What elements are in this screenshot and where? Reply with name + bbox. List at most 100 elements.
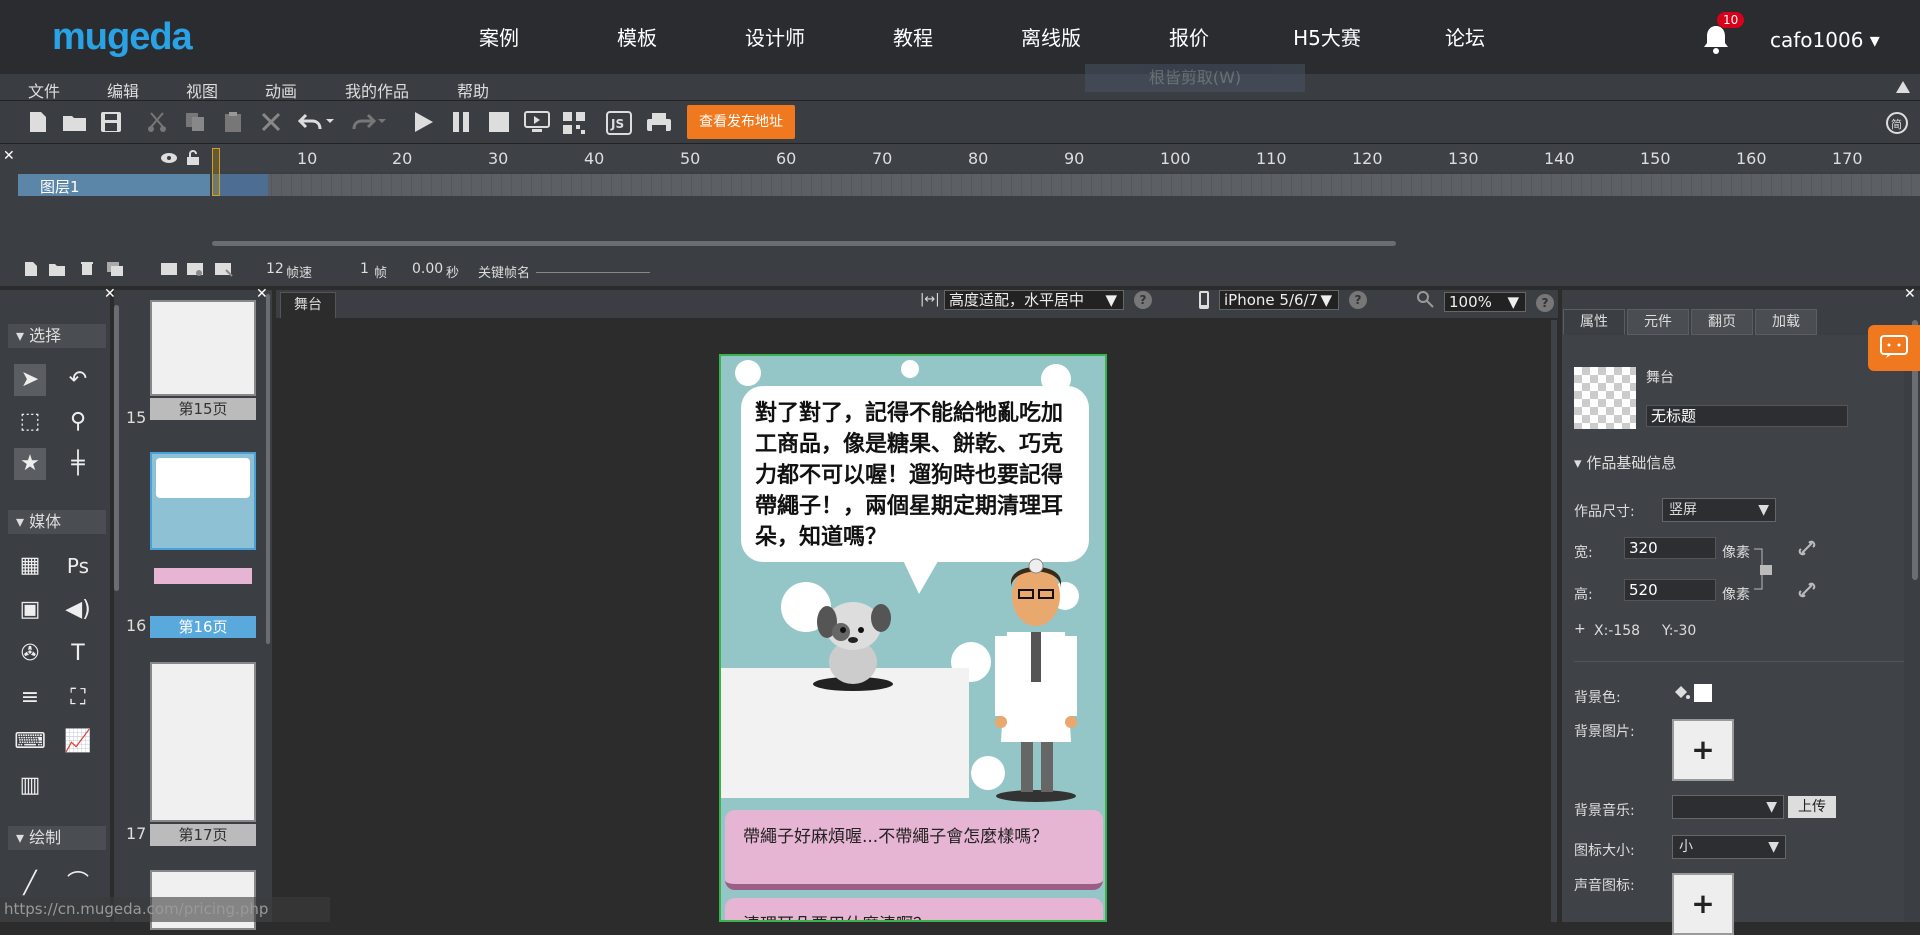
redo-icon[interactable] (350, 111, 386, 133)
save-icon[interactable] (100, 111, 122, 133)
width-input[interactable]: 320 (1624, 537, 1716, 559)
frame-selection[interactable] (212, 174, 268, 196)
tools-scrollbar[interactable] (114, 305, 119, 591)
layer-row[interactable]: 图层1 (18, 174, 210, 196)
film-icon[interactable]: ▥ (14, 770, 46, 802)
pause-icon[interactable] (450, 111, 472, 133)
bgmusic-select[interactable]: ▼ (1672, 795, 1784, 819)
layer-properties-icon[interactable] (106, 261, 124, 277)
help-icon[interactable]: ? (1349, 291, 1367, 309)
eye-icon[interactable] (160, 152, 178, 164)
fps-value[interactable]: 12 (266, 261, 284, 277)
paste-icon[interactable] (222, 111, 244, 133)
undo-icon[interactable] (298, 111, 334, 133)
nav-cases[interactable]: 案例 (430, 22, 568, 51)
upload-button[interactable]: 上传 (1788, 796, 1836, 818)
frame-track[interactable] (212, 174, 1920, 196)
insert-frame-icon[interactable] (160, 261, 178, 277)
sync-icon[interactable]: 简 (1884, 110, 1910, 136)
lasso-tool-icon[interactable]: ↶ (62, 364, 94, 396)
help-icon[interactable]: ? (1536, 294, 1554, 312)
soundicon-add-button[interactable]: + (1672, 873, 1734, 935)
stage-scrollbar[interactable] (1551, 320, 1557, 922)
mugeda-logo[interactable]: mugeda (52, 16, 193, 59)
qrcode-icon[interactable] (562, 111, 586, 135)
page-thumbnail[interactable] (150, 662, 256, 822)
curve-tool-icon[interactable]: ⌒ (62, 868, 94, 900)
preview-icon[interactable] (524, 111, 550, 133)
menu-file[interactable]: 文件 (28, 78, 60, 102)
dog-illustration[interactable] (813, 592, 903, 692)
bgimage-add-button[interactable]: + (1672, 719, 1734, 781)
code-icon[interactable]: ⌨ (14, 726, 46, 758)
transform-tool-icon[interactable]: ⬚ (14, 406, 46, 438)
nav-designers[interactable]: 设计师 (706, 22, 844, 51)
text-icon[interactable]: T (62, 638, 94, 670)
help-icon[interactable]: ? (1134, 291, 1152, 309)
photoshop-icon[interactable]: Ps (62, 550, 94, 582)
pages-scrollbar[interactable] (266, 294, 270, 644)
delete-icon[interactable] (260, 111, 282, 133)
chart-icon[interactable]: 📈 (62, 726, 94, 758)
nav-offline[interactable]: 离线版 (982, 22, 1120, 51)
playhead[interactable] (212, 148, 220, 196)
zoom-select[interactable]: 100% ▼ (1444, 292, 1526, 312)
page-label-active[interactable]: 第16页 (150, 616, 256, 638)
close-timeline-icon[interactable]: ✕ (3, 148, 15, 164)
video-icon[interactable]: ✇ (14, 638, 46, 670)
nav-forum[interactable]: 论坛 (1396, 22, 1534, 51)
doctor-illustration[interactable] (991, 552, 1081, 802)
print-icon[interactable] (646, 111, 672, 135)
section-media[interactable]: ▾ 媒体 (8, 510, 106, 534)
tab-stage[interactable]: 舞台 (280, 292, 336, 318)
choice-option-2[interactable]: 清理耳朵要用什麼清啊？ (725, 898, 1103, 920)
feedback-button[interactable] (1868, 325, 1920, 371)
new-file-icon[interactable] (28, 111, 48, 133)
paint-bucket-icon[interactable] (1672, 683, 1690, 701)
open-folder-icon[interactable] (62, 111, 88, 133)
tab-components[interactable]: 元件 (1627, 309, 1689, 335)
device-select[interactable]: iPhone 5/6/7 ▼ (1219, 290, 1339, 310)
link-icon[interactable] (1798, 581, 1816, 599)
menu-edit[interactable]: 编辑 (107, 78, 139, 102)
play-icon[interactable] (412, 111, 434, 133)
stop-icon[interactable] (488, 111, 510, 133)
copy-icon[interactable] (184, 111, 206, 133)
title-input[interactable]: 无标题 (1646, 405, 1848, 427)
image-icon[interactable]: ▣ (14, 594, 46, 626)
grid-icon[interactable]: ▦ (14, 550, 46, 582)
guide-tool-icon[interactable]: ╪ (62, 448, 94, 480)
nav-h5-contest[interactable]: H5大赛 (1258, 22, 1396, 51)
page-label[interactable]: 第17页 (150, 824, 256, 846)
section-select[interactable]: ▾ 选择 (8, 324, 106, 348)
nav-pricing[interactable]: 报价 (1120, 22, 1258, 51)
javascript-icon[interactable]: JS (606, 111, 632, 135)
tab-properties[interactable]: 属性 (1563, 309, 1625, 335)
zoom-tool-icon[interactable]: ⚲ (62, 406, 94, 438)
arrow-tool-icon[interactable]: ➤ (14, 364, 46, 396)
fit-mode-select[interactable]: 高度适配，水平居中 ▼ (944, 290, 1124, 310)
paragraph-icon[interactable]: ≡ (14, 682, 46, 714)
menu-help[interactable]: 帮助 (457, 78, 489, 102)
keyframe-name-input[interactable] (536, 272, 650, 273)
search-icon[interactable] (1416, 290, 1434, 308)
menu-my-works[interactable]: 我的作品 (345, 78, 409, 102)
menu-view[interactable]: 视图 (186, 78, 218, 102)
bell-icon[interactable] (1702, 24, 1730, 54)
height-input[interactable]: 520 (1624, 579, 1716, 601)
basic-info-section[interactable]: ▾ 作品基础信息 (1574, 452, 1676, 473)
iconsize-select[interactable]: 小 ▼ (1672, 835, 1786, 859)
page-label[interactable]: 第15页 (150, 398, 256, 420)
size-select[interactable]: 竖屏 ▼ (1662, 498, 1776, 522)
page-thumbnail[interactable] (150, 300, 256, 396)
new-layer-icon[interactable] (24, 261, 38, 277)
audio-icon[interactable]: ◀) (62, 594, 94, 626)
aspect-lock-icon[interactable] (1752, 547, 1772, 591)
insert-keyframe-icon[interactable] (186, 261, 204, 277)
cut-icon[interactable] (146, 111, 168, 133)
timeline-ruler[interactable]: 10 20 30 40 50 60 70 80 90 100 110 120 1… (212, 144, 1920, 172)
nav-templates[interactable]: 模板 (568, 22, 706, 51)
user-menu[interactable]: cafo1006 ▾ (1770, 28, 1880, 52)
new-folder-icon[interactable] (48, 261, 66, 277)
lock-icon[interactable] (186, 150, 200, 166)
